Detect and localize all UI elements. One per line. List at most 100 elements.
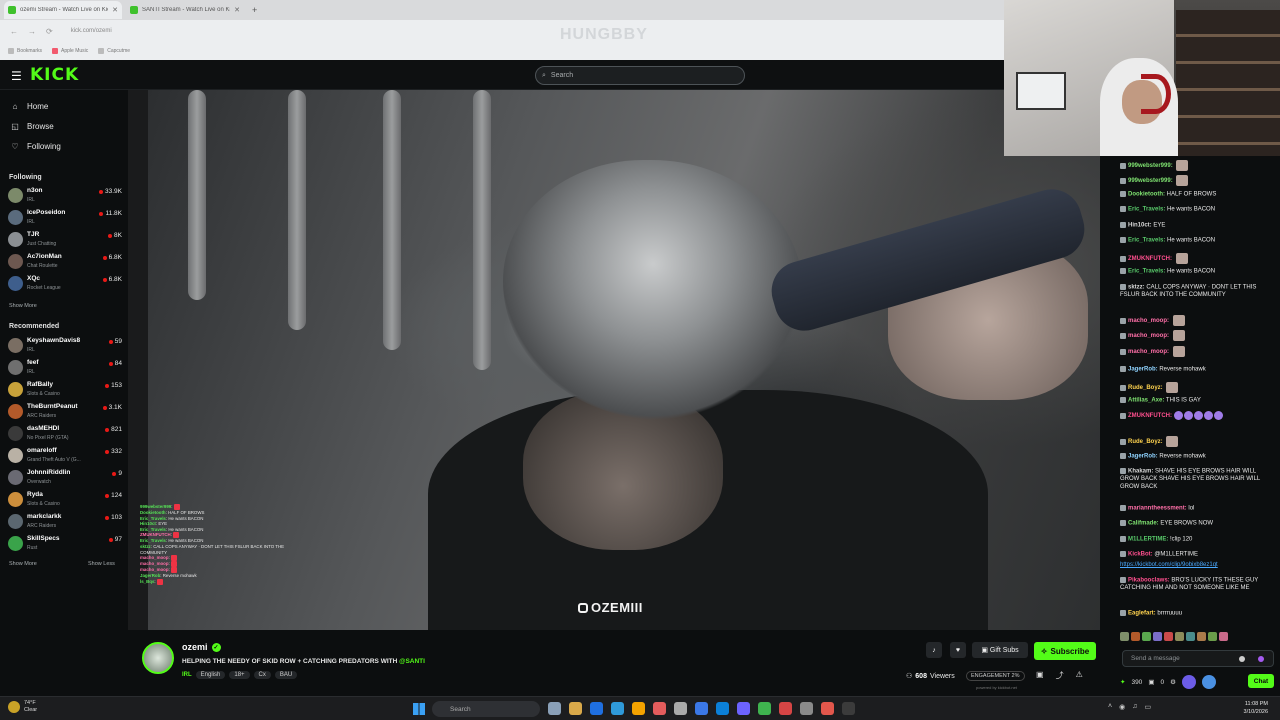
user-badge-icon[interactable] bbox=[1181, 675, 1196, 689]
emote-icon[interactable] bbox=[1186, 632, 1195, 641]
emote-icon[interactable] bbox=[1197, 632, 1206, 641]
follow-heart-icon[interactable]: ♥ bbox=[950, 642, 966, 658]
chat-username[interactable]: Rude_Boyz: bbox=[1128, 385, 1163, 391]
show-more-following[interactable]: Show More bbox=[9, 303, 37, 309]
chat-username[interactable]: Eaglefart: bbox=[1128, 611, 1156, 617]
bookmark-item[interactable]: Capcutme bbox=[98, 48, 130, 54]
channel-item[interactable]: omareloff Grand Theft Auto V (G... 332 bbox=[8, 446, 122, 466]
channel-item[interactable]: IcePoseidon IRL 11.8K bbox=[8, 208, 122, 228]
user-badge-icon[interactable] bbox=[1201, 675, 1216, 689]
points-count[interactable]: 390 bbox=[1131, 679, 1142, 686]
taskbar-app-icon[interactable] bbox=[590, 702, 603, 715]
subscribe-button[interactable]: ✧ Subscribe bbox=[1034, 642, 1096, 660]
taskbar-clock[interactable]: 11:08 PM 3/10/2026 bbox=[1244, 700, 1268, 716]
browser-tab-ozemi[interactable]: ozemi Stream - Watch Live on Kick ✕ bbox=[4, 1, 122, 19]
tag-chip[interactable]: 18+ bbox=[229, 671, 250, 679]
share-icon[interactable]: ⤴ bbox=[1056, 670, 1064, 681]
taskbar-app-icon[interactable] bbox=[779, 702, 792, 715]
gift-subs-button[interactable]: ▣ Gift Subs bbox=[972, 642, 1028, 658]
category-link[interactable]: IRL bbox=[182, 672, 192, 678]
menu-icon[interactable]: ☰ bbox=[11, 69, 22, 83]
network-icon[interactable]: ◉ bbox=[1119, 703, 1125, 711]
windows-start-icon[interactable] bbox=[413, 703, 425, 715]
tag-chip[interactable]: English bbox=[195, 671, 226, 679]
tag-chip[interactable]: BAU bbox=[274, 671, 298, 679]
chat-username[interactable]: Califmade: bbox=[1128, 521, 1159, 527]
taskbar-app-icon[interactable] bbox=[716, 702, 729, 715]
emote-icon[interactable] bbox=[1153, 632, 1162, 641]
taskbar-app-icon[interactable] bbox=[800, 702, 813, 715]
weather-widget[interactable]: 74°F Clear bbox=[8, 700, 37, 714]
emote-icon[interactable] bbox=[1142, 632, 1151, 641]
nav-browse[interactable]: ◱ Browse bbox=[10, 122, 53, 131]
channel-item[interactable]: Ac7ionMan Chat Roulette 6.8K bbox=[8, 252, 122, 272]
chat-username[interactable]: sktzz: bbox=[1128, 285, 1145, 291]
chat-username[interactable]: macho_moop: bbox=[1128, 318, 1169, 324]
channel-item[interactable]: KeyshawnDavis8 IRL 59 bbox=[8, 336, 122, 356]
reload-icon[interactable]: ⟳ bbox=[46, 27, 53, 36]
taskbar-app-icon[interactable] bbox=[695, 702, 708, 715]
close-icon[interactable]: ✕ bbox=[234, 6, 240, 14]
kick-emote-icon[interactable] bbox=[1258, 656, 1264, 662]
chat-username[interactable]: JagerRob: bbox=[1128, 454, 1158, 460]
channel-item[interactable]: JohnniRiddlin Overwatch 9 bbox=[8, 468, 122, 488]
chat-username[interactable]: Rude_Boyz: bbox=[1128, 439, 1163, 445]
channel-item[interactable]: XQc Rocket League 6.8K bbox=[8, 274, 122, 294]
taskbar-app-icon[interactable] bbox=[569, 702, 582, 715]
emoji-icon[interactable] bbox=[1239, 656, 1245, 662]
chat-username[interactable]: ZMUKNFUTCH: bbox=[1128, 413, 1172, 419]
chat-username[interactable]: ZMUKNFUTCH: bbox=[1128, 256, 1172, 262]
browser-tab-santi[interactable]: SANTI Stream - Watch Live on Kick ✕ bbox=[126, 1, 244, 19]
chat-username[interactable]: Khakam: bbox=[1128, 469, 1153, 475]
chat-username[interactable]: M1LLERTIME: bbox=[1128, 537, 1168, 543]
bookmark-item[interactable]: Bookmarks bbox=[8, 48, 42, 54]
emote-icon[interactable] bbox=[1120, 632, 1129, 641]
chat-username[interactable]: Eric_Travels: bbox=[1128, 238, 1165, 244]
notification-bell-icon[interactable]: ♪ bbox=[926, 642, 942, 658]
channel-item[interactable]: TheBurntPeanut ARC Raiders 3.1K bbox=[8, 402, 122, 422]
back-icon[interactable]: ← bbox=[10, 27, 18, 36]
address-bar[interactable]: kick.com/ozemi bbox=[71, 28, 112, 34]
chat-username[interactable]: macho_moop: bbox=[1128, 349, 1169, 355]
chat-username[interactable]: Eric_Travels: bbox=[1128, 269, 1165, 275]
video-player[interactable]: 999webster999: Dookietooth: HALF OF BROW… bbox=[128, 90, 1100, 630]
channel-item[interactable]: feef IRL 84 bbox=[8, 358, 122, 378]
streamer-name[interactable]: ozemi bbox=[182, 642, 208, 652]
channel-item[interactable]: RafBally Slots & Casino 153 bbox=[8, 380, 122, 400]
search-input[interactable]: ⌕ Search bbox=[535, 66, 745, 85]
chat-username[interactable]: Attilias_Axe: bbox=[1128, 398, 1164, 404]
channel-item[interactable]: dasMEHDI No Pixel RP (GTA) 821 bbox=[8, 424, 122, 444]
nav-following[interactable]: ♡ Following bbox=[10, 142, 60, 151]
chat-username[interactable]: Pikabooclaws: bbox=[1128, 578, 1170, 584]
taskbar-app-icon[interactable] bbox=[842, 702, 855, 715]
taskbar-app-icon[interactable] bbox=[674, 702, 687, 715]
battery-icon[interactable]: ▭ bbox=[1144, 703, 1151, 711]
volume-icon[interactable]: ♫ bbox=[1132, 703, 1137, 711]
emote-icon[interactable] bbox=[1164, 632, 1173, 641]
chat-username[interactable]: JagerRob: bbox=[1128, 367, 1158, 373]
channel-item[interactable]: Ryda Slots & Casino 124 bbox=[8, 490, 122, 510]
channel-item[interactable]: n3on IRL 33.9K bbox=[8, 186, 122, 206]
clip-icon[interactable]: ▣ bbox=[1036, 670, 1044, 681]
forward-icon[interactable]: → bbox=[28, 27, 36, 36]
show-more-recommended[interactable]: Show More bbox=[9, 561, 37, 567]
chat-username[interactable]: KickBot: bbox=[1128, 552, 1153, 558]
gift-icon[interactable]: ▣ bbox=[1148, 678, 1154, 686]
nav-home[interactable]: ⌂ Home bbox=[10, 102, 49, 111]
chat-username[interactable]: Eric_Travels: bbox=[1128, 207, 1165, 213]
taskbar-app-icon[interactable] bbox=[611, 702, 624, 715]
chat-send-button[interactable]: Chat bbox=[1248, 674, 1274, 688]
chat-link[interactable]: https://kickbot.com/clip/9obixb8ez1qt bbox=[1120, 562, 1218, 568]
alert-icon[interactable]: ⚠ bbox=[1076, 670, 1083, 681]
taskbar-app-icon[interactable] bbox=[737, 702, 750, 715]
taskbar-app-icon[interactable] bbox=[653, 702, 666, 715]
kick-logo[interactable]: KICK bbox=[30, 65, 79, 85]
emote-icon[interactable] bbox=[1131, 632, 1140, 641]
tag-chip[interactable]: Cx bbox=[253, 671, 271, 679]
chat-username[interactable]: Hin10ct: bbox=[1128, 223, 1152, 229]
chat-username[interactable]: 999webster999: bbox=[1128, 163, 1173, 169]
channel-item[interactable]: SkillSpecs Rust 97 bbox=[8, 534, 122, 554]
channel-item[interactable]: markclarkk ARC Raiders 103 bbox=[8, 512, 122, 532]
channel-item[interactable]: TJR Just Chatting 8K bbox=[8, 230, 122, 250]
chat-username[interactable]: marianntheessment: bbox=[1128, 506, 1187, 512]
